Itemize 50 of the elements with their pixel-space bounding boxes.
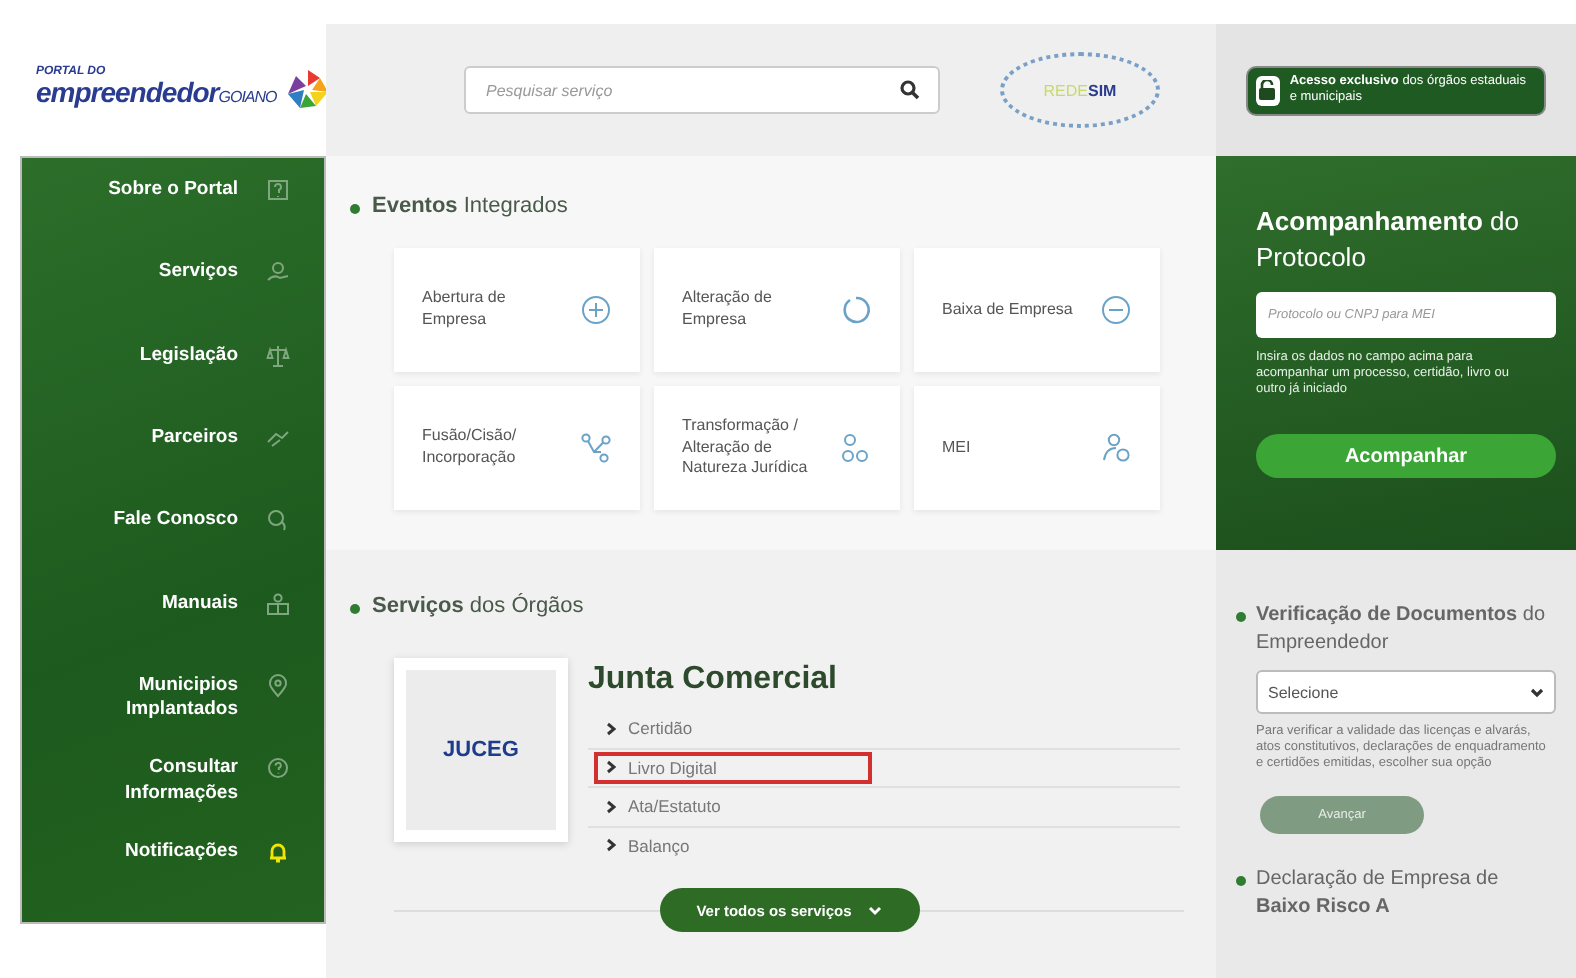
service-link[interactable]: Balanço [594, 829, 872, 862]
service-link[interactable]: Ata/Estatuto [594, 790, 872, 823]
event-label: Transformação / Alteração de Natureza Jurídica [682, 415, 810, 481]
sidebar-link[interactable]: Notificações [78, 839, 238, 864]
panel-title: Verificação de Documentos do Empreendedor [1236, 602, 1556, 658]
event-card[interactable]: Transformação / Alteração de Natureza Jurídica [654, 386, 900, 510]
sidebar-link[interactable]: Sobre o Portal [78, 178, 238, 203]
section-title: Eventos Integrados [350, 194, 1216, 218]
sidebar-link[interactable]: Legislação [78, 343, 238, 368]
dropdown-caret-icon [1530, 687, 1544, 697]
organ-name: Junta Comercial [588, 662, 839, 698]
circles-icon [840, 432, 872, 464]
chevron-icon [606, 760, 616, 775]
sidebar-link[interactable]: Municipios Implantados [78, 673, 238, 724]
refresh-icon [840, 294, 872, 326]
sidebar-link[interactable]: Serviços [78, 260, 238, 286]
chevron-icon [606, 721, 616, 736]
sidebar-link[interactable]: Parceiros [78, 425, 238, 451]
event-label: Baixa de Empresa [942, 299, 1073, 321]
organ-logo-card[interactable]: JUCEG [394, 658, 568, 842]
minus-circle-icon [1100, 294, 1132, 326]
section-title: Serviços dos Órgãos [350, 594, 1216, 618]
chevron-icon [606, 799, 616, 814]
event-card[interactable]: Alteração de Empresa [654, 248, 900, 372]
event-card[interactable]: Fusão/Cisão/ Incorporação [394, 386, 640, 510]
search-icon[interactable] [900, 80, 920, 100]
event-card[interactable]: Abertura de Empresa [394, 248, 640, 372]
document-select[interactable]: Selecione [1256, 670, 1556, 714]
event-label: MEI [942, 437, 971, 459]
service-link[interactable]: Certidão [594, 712, 872, 745]
event-card[interactable]: Baixa de Empresa [914, 248, 1160, 372]
panel-title: Acompanhamento do Protocolo [1256, 204, 1521, 275]
search-field[interactable]: Pesquisar serviço [464, 66, 940, 114]
event-label: Fusão/Cisão/ Incorporação [422, 426, 519, 470]
plus-circle-icon [580, 294, 612, 326]
panel-title: Declaração de Empresa de Baixo Risco A [1236, 866, 1556, 923]
highlighted-service-link[interactable]: Livro Digital [594, 751, 872, 784]
person-icon [1100, 432, 1132, 464]
sidebar-link[interactable]: Consultar Informações [78, 756, 238, 806]
event-label: Alteração de Empresa [682, 288, 774, 332]
partner-logo: REDESIM [1000, 52, 1160, 128]
nodes-icon [580, 432, 612, 464]
chevron-icon [606, 838, 616, 853]
sidebar-link[interactable]: Fale Conosco [78, 508, 238, 534]
event-label: Abertura de Empresa [422, 288, 508, 332]
organ-logo: JUCEG [443, 738, 519, 762]
padlock-icon [1258, 80, 1277, 100]
caret-icon [867, 905, 882, 915]
sidebar-link[interactable]: Manuais [78, 591, 238, 616]
event-card[interactable]: MEI [914, 386, 1160, 510]
